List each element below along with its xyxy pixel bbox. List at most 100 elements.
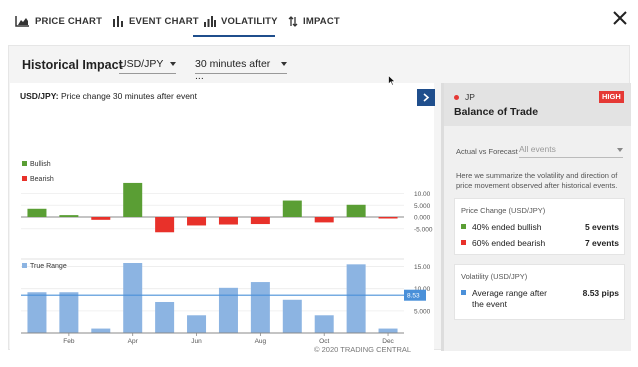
- x-tick-label: Oct: [319, 338, 329, 345]
- legend-swatch: [22, 161, 27, 166]
- tab-volatility[interactable]: VOLATILITY: [204, 13, 278, 29]
- pair-select-value: USD/JPY: [119, 58, 164, 70]
- price-change-bar: [59, 215, 79, 217]
- true-range-bar: [250, 282, 270, 333]
- impact-arrows-icon: [288, 15, 298, 27]
- y-tick-label: -5.000: [414, 226, 433, 233]
- true-range-bar: [314, 315, 334, 333]
- time-window-select[interactable]: 30 minutes after ...: [195, 58, 287, 82]
- event-header: JP HIGH Balance of Trade: [444, 83, 631, 126]
- price-change-bar: [27, 208, 47, 217]
- average-range-label: 8.53: [407, 293, 420, 300]
- volatility-box: Volatility (USD/JPY) Average range after…: [454, 264, 625, 320]
- bullish-swatch-icon: [461, 224, 466, 229]
- price-change-bar: [346, 204, 366, 217]
- chart-card: 10.00 5.000 0.000 -5.000 Bullish Bearish 15.00…: [10, 83, 435, 354]
- true-range-bar: [123, 263, 143, 333]
- true-range-bar: [378, 328, 398, 333]
- chevron-down-icon: [617, 148, 623, 152]
- x-tick-label: Dec: [382, 338, 394, 345]
- country-code: JP: [465, 92, 475, 102]
- price-change-bar: [378, 217, 398, 219]
- y-tick-label: 10.00: [414, 191, 431, 198]
- average-range-row: Average range after the event 8.53 pips: [461, 288, 619, 312]
- true-range-bar: [218, 287, 238, 333]
- true-range-bar: [187, 315, 207, 333]
- legend-label: True Range: [30, 263, 67, 270]
- chevron-down-icon: [281, 62, 287, 66]
- average-range-label-line1: Average range after: [472, 288, 547, 298]
- bearish-count: 7 events: [584, 238, 619, 248]
- price-change-bar: [187, 217, 207, 226]
- true-range-bar: [59, 292, 79, 333]
- bearish-label: 60% ended bearish: [472, 238, 546, 248]
- chart-canvas: 10.00 5.000 0.000 -5.000 Bullish Bearish 15.00…: [21, 161, 433, 345]
- x-tick-label: Aug: [255, 338, 267, 345]
- chevron-down-icon: [170, 62, 176, 66]
- legend-swatch: [22, 263, 27, 268]
- legend-label: Bullish: [30, 161, 51, 168]
- actual-vs-forecast-label: Actual vs Forecast: [456, 147, 518, 156]
- price-change-bar: [282, 200, 302, 217]
- price-change-bar: [314, 217, 334, 223]
- range-swatch-icon: [461, 290, 466, 295]
- filter-bar: Historical Impact USD/JPY 30 minutes aft…: [9, 46, 631, 82]
- true-range-bar: [91, 328, 111, 333]
- y-tick-label: 5.000: [414, 203, 431, 210]
- true-range-bar: [346, 264, 366, 333]
- true-range-bar: [27, 292, 47, 333]
- summary-text: Here we summarize the volatility and dir…: [456, 171, 618, 190]
- bullish-label: 40% ended bullish: [472, 222, 542, 232]
- bearish-swatch-icon: [461, 240, 466, 245]
- y-tick-label: 15.00: [414, 264, 431, 271]
- legend-label: Bearish: [30, 176, 54, 183]
- actual-vs-forecast-select[interactable]: All events: [519, 144, 623, 158]
- legend-swatch: [22, 176, 27, 181]
- price-change-bar: [218, 217, 238, 225]
- country-flag-icon: [454, 95, 459, 100]
- impact-badge: HIGH: [599, 91, 624, 103]
- volatility-icon: [204, 15, 216, 27]
- x-tick-label: Jun: [191, 338, 202, 345]
- tab-volatility-label: VOLATILITY: [221, 15, 278, 27]
- event-details-panel: JP HIGH Balance of Trade Actual vs Forec…: [441, 83, 631, 351]
- average-range-label: Average range after the event: [472, 288, 547, 310]
- price-change-bar: [123, 182, 143, 217]
- area-chart-icon: [15, 15, 30, 27]
- time-window-value: 30 minutes after ...: [195, 58, 271, 82]
- chart-title: USD/JPY: Price change 30 minutes after e…: [20, 91, 197, 101]
- tab-price-chart[interactable]: PRICE CHART: [15, 13, 102, 29]
- price-change-title: Price Change (USD/JPY): [461, 206, 546, 215]
- price-change-box: Price Change (USD/JPY) 40% ended bullish…: [454, 198, 625, 255]
- close-icon[interactable]: [612, 10, 628, 26]
- tab-price-chart-label: PRICE CHART: [35, 15, 103, 27]
- tab-event-chart[interactable]: EVENT CHART: [113, 13, 199, 29]
- chart-title-text: Price change 30 minutes after event: [58, 91, 198, 101]
- true-range-bar: [282, 299, 302, 333]
- average-range-label-line2: the event: [472, 299, 507, 309]
- active-tab-indicator: [193, 35, 275, 37]
- chart-title-pair: USD/JPY:: [20, 91, 59, 101]
- actual-vs-forecast-value: All events: [519, 144, 556, 154]
- volatility-title: Volatility (USD/JPY): [461, 272, 528, 281]
- price-change-bar: [250, 217, 270, 225]
- y-tick-label: 5.000: [414, 308, 431, 315]
- copyright-text: © 2020 TRADING CENTRAL: [314, 345, 412, 354]
- bar-chart-icon: [113, 15, 124, 27]
- price-change-bar: [91, 217, 111, 220]
- expand-sidebar-button[interactable]: [417, 89, 435, 106]
- event-name: Balance of Trade: [454, 106, 539, 118]
- x-tick-label: Feb: [63, 338, 75, 345]
- tab-event-chart-label: EVENT CHART: [129, 15, 199, 27]
- chevron-right-icon: [423, 93, 430, 102]
- section-title: Historical Impact: [22, 58, 123, 72]
- mouse-cursor-icon: [388, 73, 396, 91]
- historical-impact-panel: Historical Impact USD/JPY 30 minutes aft…: [8, 45, 631, 354]
- tab-impact[interactable]: IMPACT: [288, 13, 340, 29]
- average-range-value: 8.53 pips: [582, 288, 619, 298]
- x-tick-label: Apr: [128, 338, 139, 345]
- pair-select[interactable]: USD/JPY: [119, 58, 176, 74]
- tab-impact-label: IMPACT: [303, 15, 340, 27]
- bullish-count: 5 events: [584, 222, 619, 232]
- tab-bar: PRICE CHART EVENT CHART VOLATILITY IMPAC…: [0, 0, 638, 40]
